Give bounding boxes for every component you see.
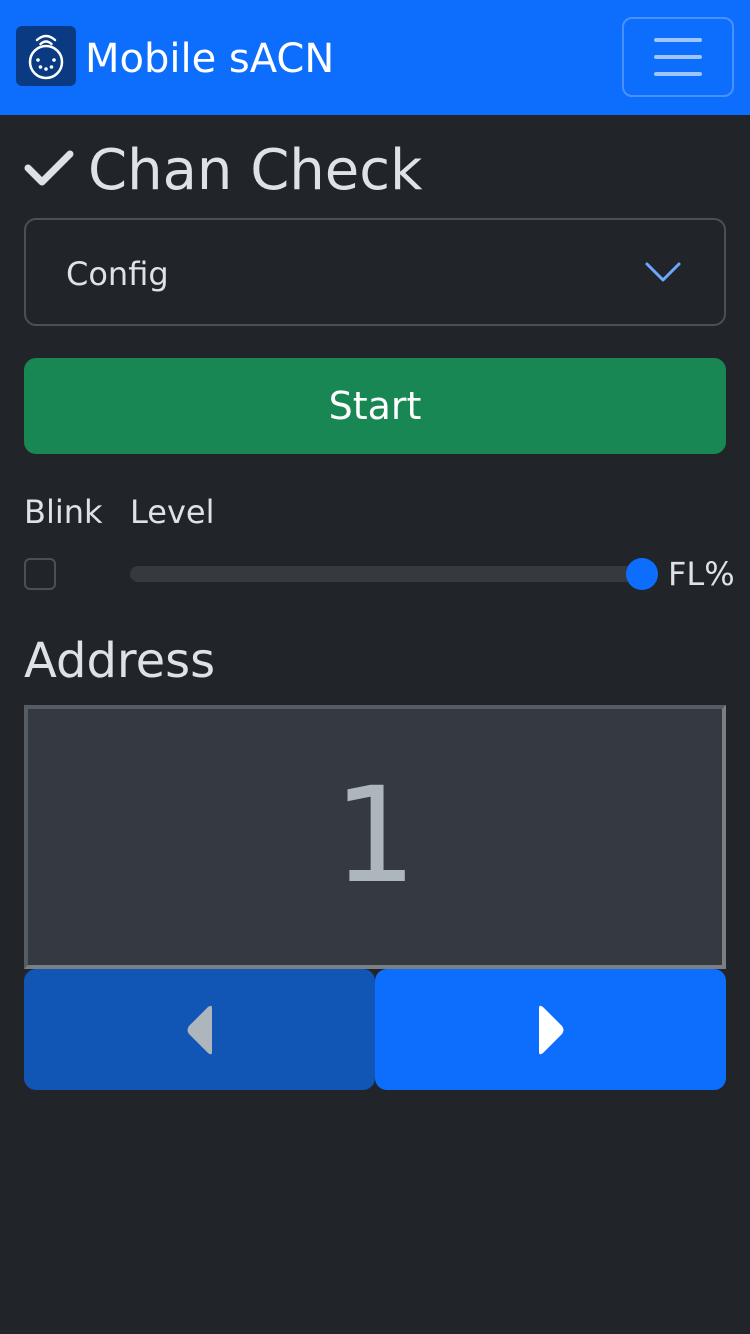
- blink-checkbox[interactable]: [24, 558, 56, 590]
- address-value: 1: [333, 759, 417, 913]
- hamburger-menu-icon: [654, 38, 702, 42]
- start-button[interactable]: Start: [24, 358, 726, 454]
- hamburger-menu-icon-bar: [654, 55, 702, 59]
- previous-address-button[interactable]: [24, 969, 375, 1090]
- menu-toggle-button[interactable]: [622, 17, 734, 97]
- blink-label: Blink: [24, 493, 103, 531]
- level-label: Level: [130, 493, 215, 531]
- level-slider-track[interactable]: [130, 566, 658, 582]
- check-icon: [24, 150, 74, 186]
- caret-right-icon: [538, 1005, 563, 1054]
- page-heading: Chan Check: [24, 138, 724, 204]
- hamburger-menu-icon-bar: [654, 72, 702, 76]
- level-slider-thumb[interactable]: [626, 558, 658, 590]
- app-title[interactable]: Mobile sACN: [85, 33, 334, 85]
- config-select[interactable]: Config: [24, 218, 726, 326]
- next-address-button[interactable]: [375, 969, 726, 1090]
- caret-left-icon: [187, 1005, 212, 1054]
- chevron-down-icon: [645, 262, 681, 282]
- level-readout: FL%: [668, 555, 735, 593]
- page-title: Chan Check: [88, 138, 423, 203]
- top-navbar: Mobile sACN: [0, 0, 750, 115]
- address-display: 1: [24, 705, 726, 969]
- address-heading: Address: [24, 633, 216, 689]
- dmx-connector-icon[interactable]: [16, 26, 76, 86]
- config-select-value: Config: [66, 255, 169, 293]
